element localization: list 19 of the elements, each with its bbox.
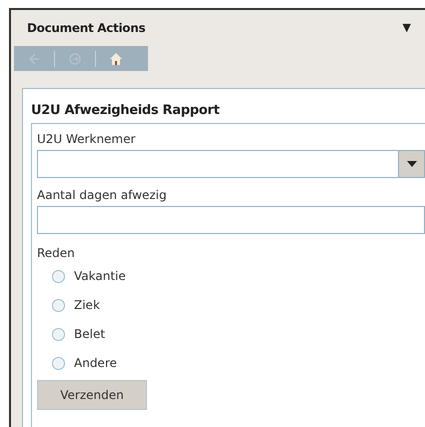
radio-label: Ziek [74,297,100,314]
pane-menu-button[interactable]: ▼ [402,20,411,36]
radio-button[interactable] [52,328,65,340]
radio-label: Belet [74,326,106,343]
house-icon [108,50,124,66]
dropdown-button[interactable] [398,150,424,176]
radio-label: Vakantie [74,268,126,285]
days-input-field[interactable] [37,206,425,234]
radio-button[interactable] [52,356,65,370]
radio-button[interactable] [52,298,65,312]
field-label: Aantal dagen afwezig [37,186,168,204]
pane-title: Document Actions [27,20,146,37]
send-button[interactable]: Verzenden [37,380,147,410]
field-label: U2U Werknemer [37,130,136,148]
radio-button[interactable] [52,270,65,282]
form-title: U2U Afwezigheids Rapport [31,101,425,124]
caret-icon [406,160,416,166]
radio-label: Andere [74,355,117,372]
field-label: Reden [37,244,76,262]
